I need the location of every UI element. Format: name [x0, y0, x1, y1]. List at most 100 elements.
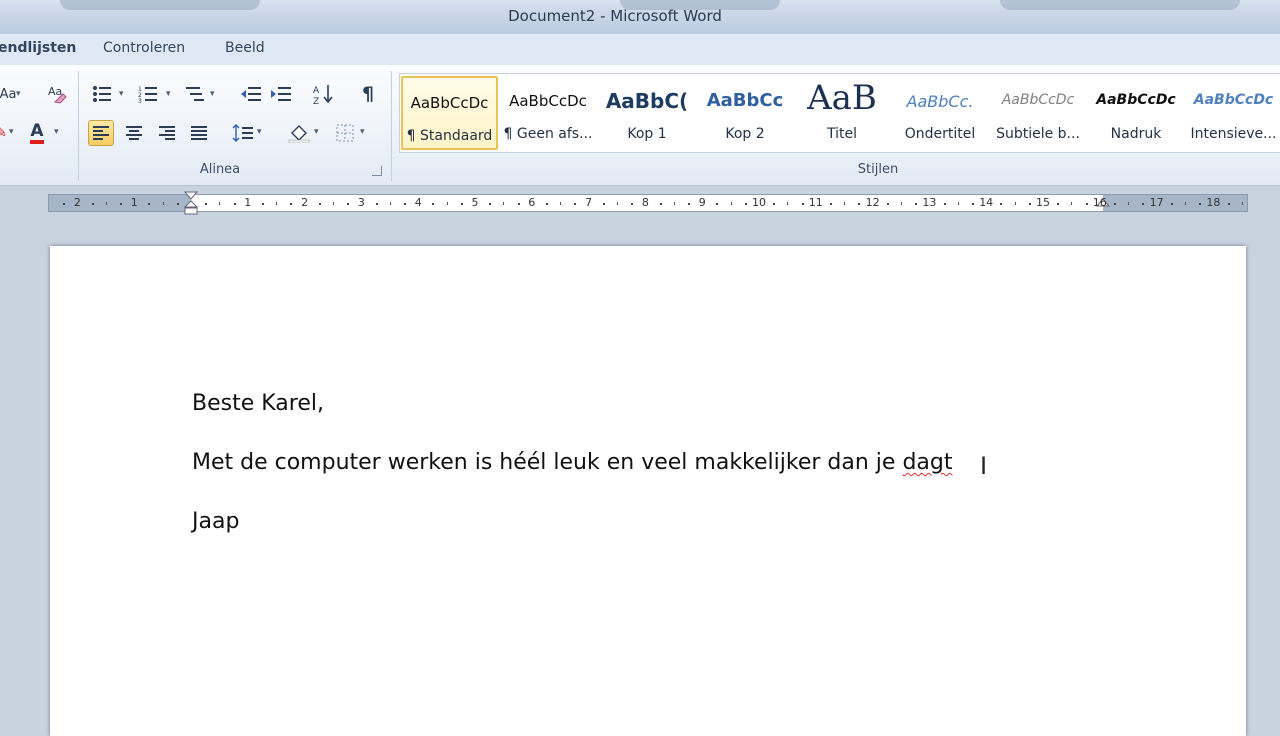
ruler-tick	[1128, 202, 1130, 205]
paragraph-body-text: Met de computer werken is héél leuk en v…	[192, 450, 903, 475]
style-sample: AaB	[807, 78, 877, 118]
ruler-number: 10	[752, 196, 766, 209]
style-sample: AaBbCc.	[906, 92, 974, 111]
multilevel-list-icon	[186, 87, 204, 101]
paragraph-dialog-launcher[interactable]	[372, 166, 382, 176]
ruler-number: 4	[414, 196, 422, 209]
align-left-button[interactable]	[88, 120, 114, 146]
ruler-number: 1	[130, 196, 138, 209]
ruler-number: 6	[528, 196, 536, 209]
ruler-tick	[546, 203, 548, 205]
style-titel[interactable]: AaB Titel	[794, 76, 890, 150]
paragraph-body[interactable]: Met de computer werken is héél leuk en v…	[192, 450, 952, 475]
style-sample: AaBbCcDc	[1193, 92, 1274, 108]
style-sample: AaBbC(	[605, 89, 689, 113]
ruler-number: 14	[979, 196, 994, 209]
style-sample: AaBbCcDc	[1096, 92, 1176, 108]
paragraph-signature[interactable]: Jaap	[192, 509, 239, 534]
horizontal-ruler[interactable]: 2 1 1 2 3 4 5 6 7 8 9 10 11 12 13 14 15 16 17 18	[48, 191, 1248, 215]
ruler-tick	[744, 203, 747, 205]
style-standaard[interactable]: AaBbCcDc ¶ Standaard	[401, 76, 498, 150]
font-color-button[interactable]: A	[24, 120, 50, 146]
bullets-button[interactable]	[89, 81, 115, 107]
ruler-tick	[120, 203, 122, 205]
style-kop-1[interactable]: AaBbC( Kop 1	[599, 76, 695, 150]
show-formatting-button[interactable]: ¶	[355, 81, 381, 107]
group-label-styles: Stijlen	[857, 162, 899, 177]
ruler-tick	[631, 203, 634, 205]
ruler-number: 11	[808, 196, 823, 209]
decrease-indent-button[interactable]	[238, 81, 264, 107]
ruler-tick	[574, 203, 577, 205]
ruler-tick	[1241, 202, 1243, 205]
style-name: Titel	[826, 126, 857, 142]
sort-icon: AZ	[313, 85, 333, 105]
ruler-number: 18	[1206, 196, 1221, 209]
style-subtiele-benadrukking[interactable]: AaBbCcDc Subtiele b...	[990, 76, 1086, 150]
ruler-tick	[659, 203, 662, 205]
ruler-tick	[787, 202, 789, 205]
sort-button[interactable]: AZ	[310, 81, 336, 107]
ruler-tick	[205, 203, 208, 205]
ruler-tick	[219, 202, 221, 205]
chevron-down-icon: ▾	[9, 127, 14, 137]
ruler-tick	[716, 203, 719, 205]
ruler-number: 16	[1092, 196, 1107, 209]
style-name: Kop 1	[627, 126, 667, 142]
ruler-tick	[176, 203, 179, 205]
ruler-tick	[901, 202, 902, 205]
multilevel-list-button[interactable]	[182, 81, 208, 107]
ruler-tick	[830, 203, 832, 205]
ruler-tick	[1057, 203, 1060, 205]
indent-marker-icon[interactable]	[183, 191, 199, 216]
borders-button[interactable]	[332, 120, 358, 146]
svg-text:3: 3	[138, 98, 142, 103]
tab-view[interactable]: Beeld	[225, 40, 265, 56]
justify-icon	[191, 126, 207, 140]
style-name: Kop 2	[725, 126, 765, 142]
ruler-tick	[318, 203, 321, 205]
style-ondertitel[interactable]: AaBbCc. Ondertitel	[892, 76, 988, 150]
ruler-tick	[1014, 202, 1016, 205]
chevron-down-icon: ▾	[54, 127, 59, 137]
tab-review[interactable]: Controleren	[103, 40, 185, 56]
style-name: Subtiele b...	[996, 126, 1080, 142]
ruler-tick	[148, 203, 151, 205]
line-spacing-button[interactable]	[230, 120, 256, 146]
style-name: Intensieve...	[1190, 126, 1277, 142]
ruler-tick	[602, 203, 605, 205]
misspelled-word[interactable]: dagt	[902, 450, 952, 475]
ruler-tick	[560, 202, 562, 205]
pilcrow-icon: ¶	[361, 83, 375, 105]
justify-button[interactable]	[186, 120, 212, 146]
bullets-icon	[93, 86, 111, 102]
style-sample: AaBbCc	[706, 90, 784, 111]
clear-formatting-button[interactable]: Aa	[44, 81, 70, 107]
document-page[interactable]: Beste Karel, Met de computer werken is h…	[50, 246, 1246, 736]
chevron-down-icon: ▾	[257, 127, 262, 137]
clear-formatting-icon: Aa	[48, 85, 67, 104]
style-kop-2[interactable]: AaBbCc Kop 2	[697, 76, 793, 150]
style-intensieve-benadrukking[interactable]: AaBbCcDc Intensieve...	[1186, 76, 1280, 150]
style-nadruk[interactable]: AaBbCcDc Nadruk	[1088, 76, 1184, 150]
ruler-number: 17	[1149, 196, 1164, 209]
group-separator	[78, 71, 79, 181]
paragraph-greeting[interactable]: Beste Karel,	[192, 391, 324, 416]
ruler-tick	[1227, 203, 1230, 205]
style-name: Nadruk	[1110, 126, 1162, 142]
ruler-tick	[446, 202, 448, 205]
style-geen-afstand[interactable]: AaBbCcDc ¶ Geen afs...	[500, 76, 596, 150]
ruler-tick	[688, 203, 690, 205]
decrease-indent-icon	[241, 87, 261, 101]
shading-button[interactable]	[286, 120, 312, 146]
ruler-number: 1	[244, 196, 252, 209]
group-label-paragraph: Alinea	[199, 162, 241, 177]
align-right-button[interactable]	[154, 120, 180, 146]
style-name: Ondertitel	[904, 126, 976, 142]
ruler-number: 12	[865, 196, 880, 209]
tab-references[interactable]: endlijsten	[0, 40, 76, 56]
numbering-button[interactable]: 123	[135, 81, 161, 107]
increase-indent-button[interactable]	[268, 81, 294, 107]
align-center-button[interactable]	[121, 120, 147, 146]
ruler-tick	[915, 203, 918, 205]
